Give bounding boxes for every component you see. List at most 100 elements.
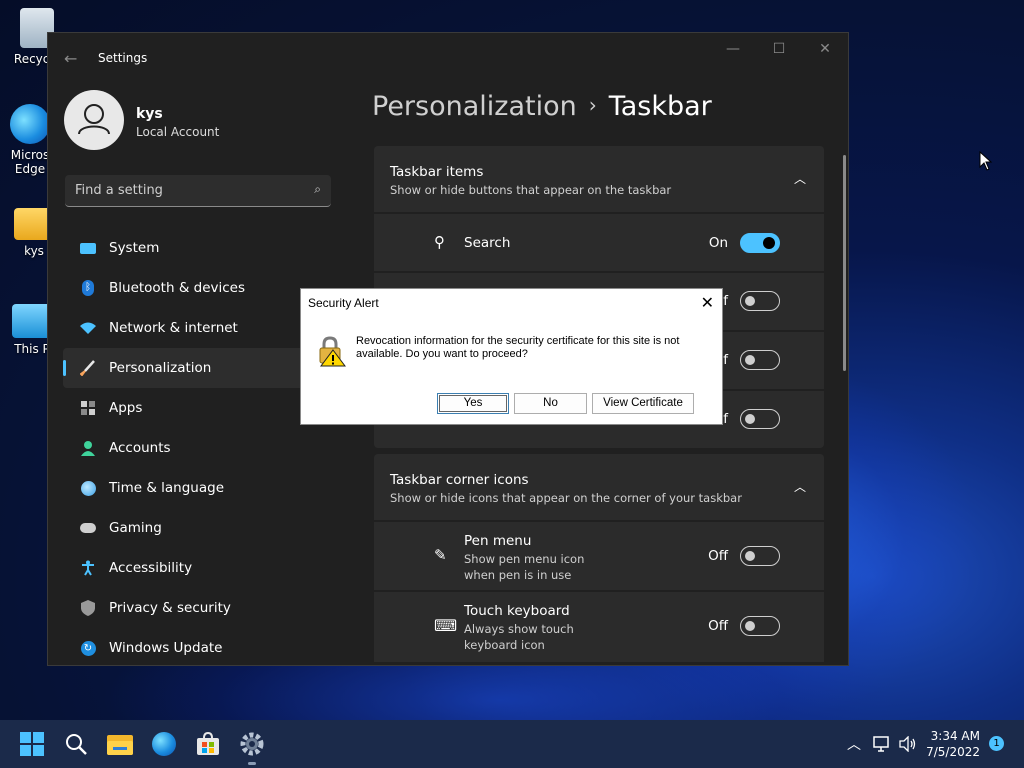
toggle-state: f bbox=[723, 352, 728, 368]
setting-subtitle: Show pen menu icon when pen is in use bbox=[464, 552, 585, 582]
start-icon[interactable] bbox=[19, 732, 45, 756]
setting-subtitle: Always show touch keyboard icon bbox=[464, 622, 574, 652]
dialog-title: Security Alert bbox=[308, 296, 379, 310]
toggle-knob bbox=[745, 621, 755, 631]
network-icon[interactable] bbox=[872, 732, 892, 756]
sidebar-item-label: Accessibility bbox=[109, 560, 193, 576]
section-taskbar-items[interactable]: Taskbar items Show or hide buttons that … bbox=[374, 146, 824, 212]
wifi-icon bbox=[79, 320, 97, 336]
toggle-state: f bbox=[723, 411, 728, 427]
dialog-close-button[interactable]: ✕ bbox=[701, 293, 714, 313]
account-type: Local Account bbox=[136, 125, 220, 139]
breadcrumb: Personalization › Taskbar bbox=[372, 91, 712, 122]
setting-title: Search bbox=[464, 235, 511, 251]
toggle-knob bbox=[763, 237, 775, 249]
toggle-state: On bbox=[708, 235, 728, 251]
search-input[interactable] bbox=[75, 175, 295, 205]
sidebar-item-personalization[interactable]: Personalization bbox=[63, 348, 331, 388]
keyboard-icon: ⌨ bbox=[434, 616, 458, 635]
sidebar-item-accounts[interactable]: Accounts bbox=[63, 428, 331, 468]
sidebar-item-label: System bbox=[109, 240, 160, 256]
breadcrumb-parent[interactable]: Personalization bbox=[372, 91, 577, 122]
view-certificate-button[interactable]: View Certificate bbox=[592, 393, 694, 414]
sidebar-item-label: Bluetooth & devices bbox=[109, 280, 246, 296]
app-title: Settings bbox=[98, 51, 148, 65]
sidebar-item-network[interactable]: Network & internet bbox=[63, 308, 331, 348]
sidebar-item-label: Accounts bbox=[109, 440, 171, 456]
yes-button[interactable]: Yes bbox=[437, 393, 509, 414]
pen-icon: ✎ bbox=[434, 546, 447, 564]
setting-toggle[interactable] bbox=[740, 350, 780, 370]
scrollbar[interactable] bbox=[843, 155, 846, 371]
title-bar[interactable]: ← Settings — ☐ ✕ bbox=[48, 33, 848, 83]
file-explorer-icon[interactable] bbox=[107, 732, 133, 756]
sidebar-item-apps[interactable]: Apps bbox=[63, 388, 331, 428]
sidebar-item-label: Personalization bbox=[109, 360, 212, 376]
avatar[interactable] bbox=[64, 90, 124, 150]
sidebar-item-accessibility[interactable]: Accessibility bbox=[63, 548, 331, 588]
setting-row-pen-menu: ✎ Pen menu Show pen menu icon when pen i… bbox=[374, 522, 824, 590]
section-subtitle: Show or hide buttons that appear on the … bbox=[390, 183, 672, 197]
search-icon: ⚲ bbox=[434, 233, 445, 251]
notification-badge[interactable]: 1 bbox=[989, 736, 1004, 751]
toggle-state: Off bbox=[708, 618, 728, 634]
monitor-icon bbox=[12, 304, 52, 338]
settings-icon[interactable] bbox=[239, 732, 265, 756]
breadcrumb-separator: › bbox=[588, 93, 597, 117]
sidebar-item-label: Privacy & security bbox=[109, 600, 231, 616]
no-button[interactable]: No bbox=[514, 393, 587, 414]
user-name: kys bbox=[136, 106, 163, 122]
sidebar-item-label: Windows Update bbox=[109, 640, 223, 656]
sidebar-item-time-language[interactable]: Time & language bbox=[63, 468, 331, 508]
security-alert-dialog: Security Alert ✕ Revocation information … bbox=[300, 288, 723, 425]
system-icon bbox=[79, 240, 97, 256]
apps-icon bbox=[79, 400, 97, 416]
sidebar-item-label: Network & internet bbox=[109, 320, 238, 336]
edge-icon bbox=[10, 104, 50, 144]
toggle-state: Off bbox=[708, 548, 728, 564]
section-title: Taskbar corner icons bbox=[390, 472, 529, 488]
page-title: Taskbar bbox=[608, 91, 712, 122]
mouse-cursor-icon bbox=[979, 151, 993, 171]
sidebar-item-windows-update[interactable]: ↻ Windows Update bbox=[63, 628, 331, 665]
clock-time[interactable]: 3:34 AM bbox=[920, 729, 980, 743]
toggle-knob bbox=[745, 414, 755, 424]
setting-toggle[interactable] bbox=[740, 291, 780, 311]
search-toggle[interactable] bbox=[740, 233, 780, 253]
brush-icon bbox=[79, 360, 97, 376]
volume-icon[interactable] bbox=[898, 732, 918, 756]
store-icon[interactable] bbox=[195, 732, 221, 756]
clock-date[interactable]: 7/5/2022 bbox=[920, 745, 980, 759]
sidebar-item-gaming[interactable]: Gaming bbox=[63, 508, 331, 548]
setting-title: Touch keyboard bbox=[464, 603, 570, 619]
close-button[interactable]: ✕ bbox=[802, 41, 848, 61]
chevron-up-icon[interactable]: ︿ bbox=[844, 732, 864, 756]
maximize-button[interactable]: ☐ bbox=[756, 41, 802, 61]
section-subtitle: Show or hide icons that appear on the co… bbox=[390, 491, 742, 505]
sidebar-item-bluetooth[interactable]: ᛒ Bluetooth & devices bbox=[63, 268, 331, 308]
toggle-knob bbox=[745, 551, 755, 561]
bluetooth-icon: ᛒ bbox=[79, 280, 97, 296]
edge-icon[interactable] bbox=[151, 732, 177, 756]
search-icon: ⌕ bbox=[314, 182, 321, 196]
sidebar-item-label: Apps bbox=[109, 400, 143, 416]
update-icon: ↻ bbox=[79, 640, 97, 656]
search-icon[interactable] bbox=[63, 732, 89, 756]
minimize-button[interactable]: — bbox=[710, 41, 756, 61]
setting-toggle[interactable] bbox=[740, 409, 780, 429]
dialog-message: Revocation information for the security … bbox=[356, 335, 680, 360]
chevron-up-icon[interactable]: ︿ bbox=[794, 170, 806, 187]
chevron-up-icon[interactable]: ︿ bbox=[794, 478, 806, 495]
globe-icon bbox=[79, 480, 97, 496]
sidebar-item-system[interactable]: System bbox=[63, 228, 331, 268]
touch-keyboard-toggle[interactable] bbox=[740, 616, 780, 636]
sidebar-item-privacy[interactable]: Privacy & security bbox=[63, 588, 331, 628]
settings-search[interactable]: ⌕ bbox=[65, 175, 331, 207]
lock-warning-icon bbox=[319, 336, 346, 367]
section-taskbar-corner-icons[interactable]: Taskbar corner icons Show or hide icons … bbox=[374, 454, 824, 520]
taskbar: ︿ 3:34 AM 7/5/2022 bbox=[0, 720, 1024, 768]
setting-title: Pen menu bbox=[464, 533, 532, 549]
toggle-knob bbox=[745, 296, 755, 306]
back-arrow-icon[interactable]: ← bbox=[64, 49, 77, 68]
pen-menu-toggle[interactable] bbox=[740, 546, 780, 566]
